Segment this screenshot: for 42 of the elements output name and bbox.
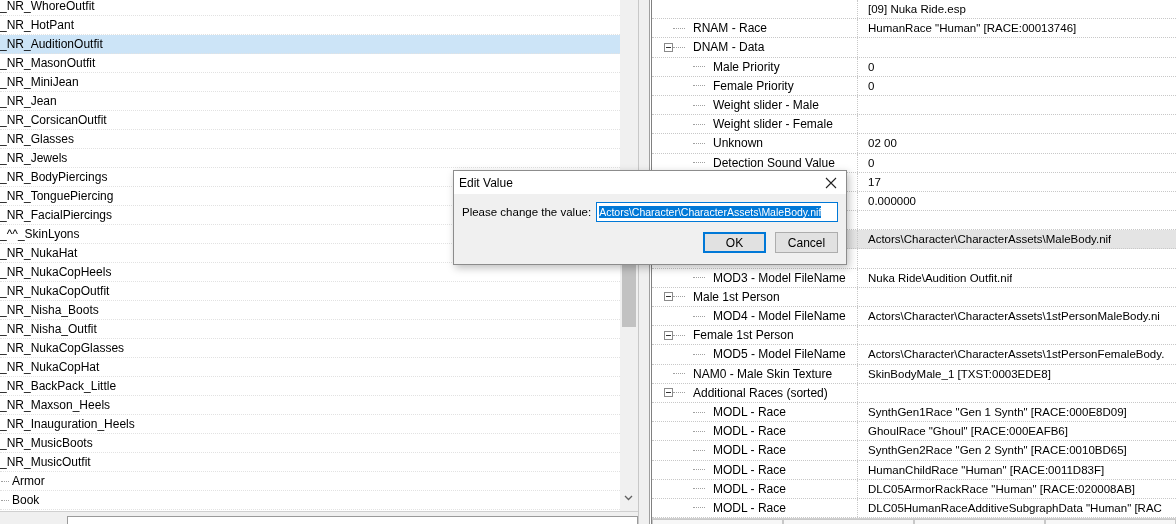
field-label: MOD4 - Model FileName (713, 309, 846, 324)
field-value: SkinBodyMale_1 [TXST:0003EDE8] (868, 367, 1051, 380)
field-value: HumanRace "Human" [RACE:00013746] (868, 22, 1077, 35)
field-label: Male Priority (713, 59, 780, 74)
field-label: MODL - Race (713, 405, 786, 420)
field-value: 17 (868, 175, 881, 188)
field-value: HumanChildRace "Human" [RACE:0011D83F] (868, 463, 1105, 476)
prompt-label: Please change the value: (462, 206, 592, 218)
field-label: Male 1st Person (693, 289, 780, 304)
field-label: MODL - Race (713, 481, 786, 496)
field-value: Actors\Character\CharacterAssets\MaleBody.nif (868, 233, 1112, 246)
field-label: MODL - Race (713, 500, 786, 515)
field-value: 0 (868, 60, 875, 73)
dialog-title: Edit Value (459, 175, 513, 190)
field-label: Female Priority (713, 78, 794, 93)
field-value: SynthGen2Race "Gen 2 Synth" [RACE:0010BD65] (868, 444, 1127, 457)
field-label: RNAM - Race (693, 21, 767, 36)
field-value: Actors\Character\CharacterAssets\1stPersonFemaleBody. (868, 348, 1165, 361)
field-label: Weight slider - Male (713, 98, 819, 113)
field-label: Detection Sound Value (713, 155, 835, 170)
field-label: Additional Races (sorted) (693, 385, 828, 400)
file-name-header: [09] Nuka Ride.esp (868, 3, 966, 16)
field-value: DLC05HumanRaceAdditiveSubgraphData "Human" [RAC (868, 501, 1162, 514)
field-label: Unknown (713, 136, 764, 151)
field-value: DLC05ArmorRackRace "Human" [RACE:020008AB] (868, 482, 1136, 495)
field-label: MOD3 - Model FileName (713, 270, 846, 285)
field-label: MODL - Race (713, 424, 786, 439)
field-label: DNAM - Data (693, 40, 765, 55)
field-label: Weight slider - Female (713, 117, 833, 132)
field-label: MOD5 - Model FileName (713, 347, 846, 362)
field-value: 0 (868, 79, 875, 92)
field-value: 02 00 (868, 137, 897, 150)
field-label: NAM0 - Male Skin Texture (693, 366, 833, 381)
field-value: Actors\Character\CharacterAssets\1stPersonMaleBody.ni (868, 310, 1160, 323)
field-value: 0.000000 (868, 194, 916, 207)
field-value: SynthGen1Race "Gen 1 Synth" [RACE:000E8D09] (868, 406, 1127, 419)
field-label: MODL - Race (713, 443, 786, 458)
field-label: MODL - Race (713, 462, 786, 477)
field-label: Female 1st Person (693, 328, 794, 343)
field-value: Nuka Ride\Audition Outfit.nif (868, 271, 1013, 284)
field-value: GhoulRace "Ghoul" [RACE:000EAFB6] (868, 425, 1068, 438)
field-value: 0 (868, 156, 875, 169)
